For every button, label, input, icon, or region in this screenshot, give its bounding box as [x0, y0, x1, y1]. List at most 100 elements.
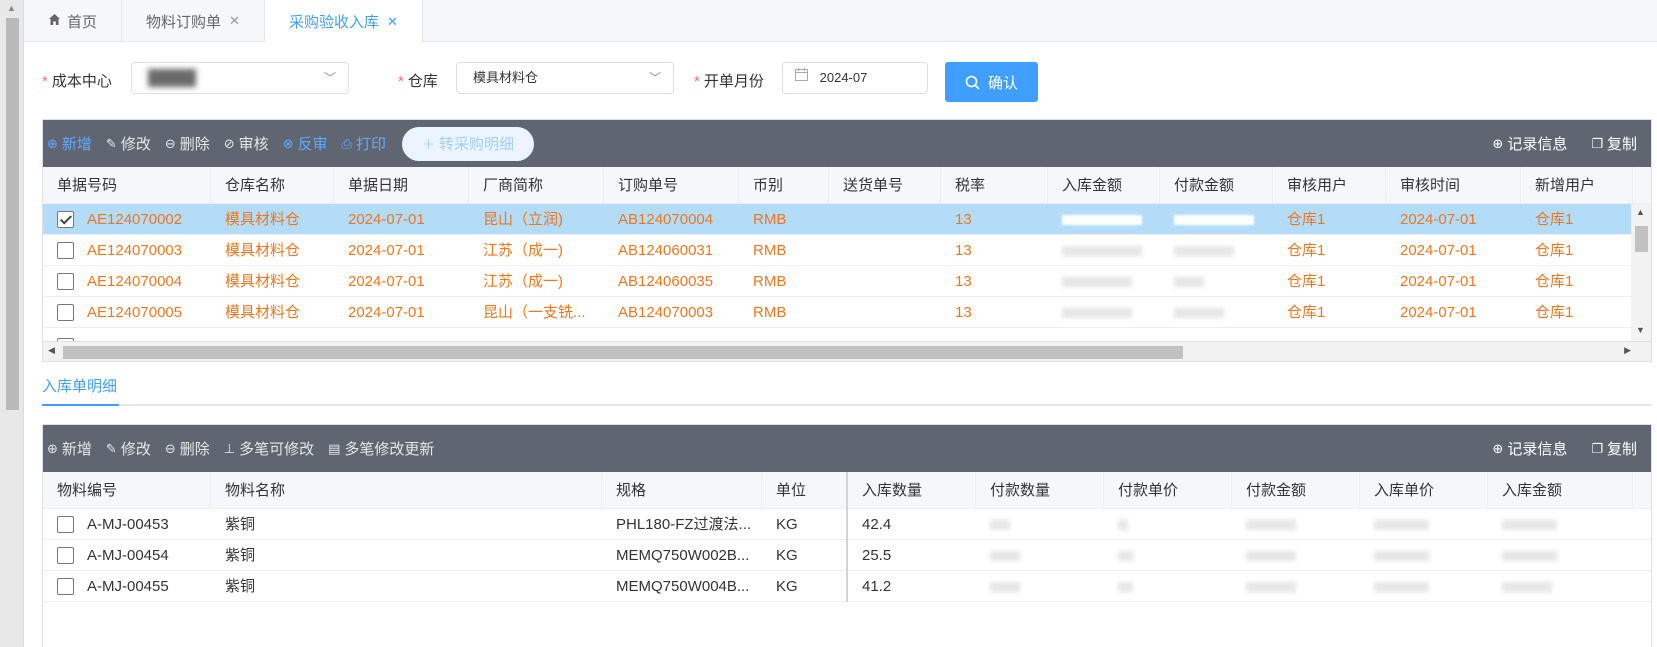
col-header[interactable]: 厂商简称: [469, 167, 604, 204]
col-header[interactable]: 付款金额: [1232, 472, 1360, 509]
row-checkbox[interactable]: [57, 211, 74, 228]
delete-button[interactable]: ⊖ 删除: [165, 133, 210, 154]
table-row[interactable]: AE124070004 模具材料仓 2024-07-01 江苏（成一) AB12…: [43, 266, 1633, 297]
table-row[interactable]: AE124070003 模具材料仓 2024-07-01 江苏（成一) AB12…: [43, 235, 1633, 266]
col-header[interactable]: 送货单号: [829, 167, 941, 204]
edit-button[interactable]: ✎ 修改: [106, 133, 151, 154]
tab-home[interactable]: 首页: [24, 0, 123, 42]
row-checkbox[interactable]: [57, 516, 74, 533]
detail-edit-button[interactable]: ✎ 修改: [106, 438, 151, 459]
col-header[interactable]: 税率: [941, 167, 1048, 204]
grid-vertical-scrollbar[interactable]: ▲ ▼: [1631, 204, 1651, 341]
grid-horizontal-scrollbar[interactable]: ◀ ▶: [43, 341, 1651, 361]
row-checkbox[interactable]: [57, 547, 74, 564]
to-purchase-detail-button[interactable]: ＋转采购明细: [402, 126, 535, 161]
cell-redacted: [976, 571, 1104, 602]
col-header[interactable]: 物料编号: [43, 472, 211, 509]
close-icon[interactable]: ✕: [387, 14, 398, 30]
print-button[interactable]: ⎙ 打印: [342, 133, 386, 154]
cell-audit-time: 2024-07-01: [1400, 273, 1477, 290]
receipt-grid-panel: ⊕ 新增 ✎ 修改 ⊖ 删除 ⊘ 审核 ⊗ 反审 ⎙ 打印 ＋转采购明细 ⊕ 记录信息 ❐ 复制…: [42, 119, 1652, 362]
redacted-value: [148, 69, 196, 87]
approve-button[interactable]: ⊘ 审核: [224, 133, 269, 154]
cell-unit: KG: [762, 571, 848, 602]
calendar-icon: [795, 62, 808, 92]
close-icon[interactable]: ✕: [229, 13, 240, 29]
cell-date: 2024-07-01: [348, 211, 425, 228]
col-header[interactable]: 入库单价: [1360, 472, 1488, 509]
copy-icon: ❐: [1591, 135, 1603, 151]
col-header[interactable]: 币别: [739, 167, 829, 204]
cell-audit-time: 2024-07-01: [1400, 242, 1477, 259]
row-checkbox[interactable]: [57, 578, 74, 595]
confirm-button[interactable]: 确认: [945, 62, 1038, 102]
grid-hscroll-thumb[interactable]: [63, 346, 1183, 359]
detail-record-info-button[interactable]: ⊕ 记录信息: [1492, 438, 1567, 459]
col-header[interactable]: 审核时间: [1386, 167, 1521, 204]
col-header[interactable]: 付款数量: [976, 472, 1104, 509]
col-header[interactable]: 入库金额: [1048, 167, 1160, 204]
month-picker[interactable]: 2024-07: [782, 62, 928, 94]
col-header[interactable]: 新增用户: [1521, 167, 1633, 204]
col-header[interactable]: 规格: [602, 472, 762, 509]
cell-no: AE124070005: [87, 304, 183, 321]
scroll-down-icon[interactable]: ▼: [1636, 325, 1645, 335]
cell-date: 2024-07-01: [348, 242, 425, 259]
cell-order: AB124070004: [618, 211, 714, 228]
cell-currency: RMB: [753, 304, 787, 321]
cell-redacted: [1160, 266, 1273, 297]
add-button[interactable]: ⊕ 新增: [47, 133, 92, 154]
cell-date: 2024-07-01: [348, 304, 425, 321]
row-checkbox[interactable]: [57, 242, 74, 259]
record-info-button[interactable]: ⊕ 记录信息: [1492, 133, 1567, 154]
tab-material-order[interactable]: 物料订购单 ✕: [122, 0, 265, 42]
cell-audit-time: 2024-07-01: [1400, 211, 1477, 228]
detail-copy-button[interactable]: ❐ 复制: [1591, 438, 1637, 459]
col-header[interactable]: 付款金额: [1160, 167, 1273, 204]
table-row[interactable]: AE124070002 模具材料仓 2024-07-01 昆山（立润) AB12…: [43, 204, 1633, 235]
scroll-up-icon[interactable]: ▲: [1636, 207, 1645, 217]
col-header[interactable]: 付款单价: [1104, 472, 1232, 509]
col-header[interactable]: 仓库名称: [211, 167, 334, 204]
scroll-up-icon[interactable]: ▲: [7, 3, 16, 13]
col-header[interactable]: 审核用户: [1273, 167, 1386, 204]
cell-warehouse: 模具材料仓: [225, 211, 301, 228]
page-scrollbar[interactable]: ▲: [0, 0, 24, 647]
unapprove-button[interactable]: ⊗ 反审: [283, 133, 328, 154]
col-header[interactable]: 单据日期: [334, 167, 469, 204]
copy-button[interactable]: ❐ 复制: [1591, 133, 1637, 154]
col-header[interactable]: 入库数量: [848, 472, 976, 509]
warehouse-select[interactable]: 模具材料仓 ﹀: [456, 62, 674, 94]
table-row[interactable]: AE124070005 模具材料仓 2024-07-01 昆山（一支铣... A…: [43, 297, 1633, 328]
col-header[interactable]: 单位: [762, 472, 848, 509]
cell-creator: 仓库1: [1535, 211, 1574, 228]
detail-add-button[interactable]: ⊕ 新增: [47, 438, 92, 459]
col-header[interactable]: 入库金额: [1488, 472, 1633, 509]
chevron-down-icon: ﹀: [323, 71, 336, 85]
tab-receipt-detail[interactable]: 入库单明细: [42, 372, 120, 406]
cell-no: AE124070002: [87, 211, 183, 228]
col-header[interactable]: 订购单号: [604, 167, 739, 204]
detail-grid-body: A-MJ-00453 紫铜 PHL180-FZ过渡法... KG 42.4 A-…: [43, 509, 1651, 646]
scroll-right-icon[interactable]: ▶: [1624, 345, 1631, 356]
grid-vscroll-thumb[interactable]: [1635, 226, 1648, 252]
multi-edit-button[interactable]: ⊥ 多笔可修改: [224, 438, 314, 459]
cell-delivery: [829, 235, 941, 266]
row-checkbox[interactable]: [57, 304, 74, 321]
cell-redacted: [1488, 571, 1633, 602]
cost-center-select[interactable]: ﹀: [131, 62, 349, 94]
col-header[interactable]: 物料名称: [211, 472, 602, 509]
col-header[interactable]: 单据号码: [43, 167, 211, 204]
table-row[interactable]: A-MJ-00455 紫铜 MEMQ750W004B... KG 41.2: [43, 571, 1651, 602]
cell-redacted: [1104, 571, 1232, 602]
scroll-left-icon[interactable]: ◀: [48, 345, 55, 356]
row-checkbox[interactable]: [57, 273, 74, 290]
detail-delete-button[interactable]: ⊖ 删除: [165, 438, 210, 459]
table-row[interactable]: A-MJ-00453 紫铜 PHL180-FZ过渡法... KG 42.4: [43, 509, 1651, 540]
tab-purchase-receipt[interactable]: 采购验收入库 ✕: [264, 0, 423, 43]
table-row[interactable]: A-MJ-00454 紫铜 MEMQ750W002B... KG 25.5: [43, 540, 1651, 571]
cell-redacted: [1160, 204, 1273, 235]
page-scroll-thumb[interactable]: [6, 18, 19, 410]
multi-update-button[interactable]: ▤ 多笔修改更新: [328, 438, 434, 459]
cell-vendor: 昆山（立润): [483, 211, 563, 228]
